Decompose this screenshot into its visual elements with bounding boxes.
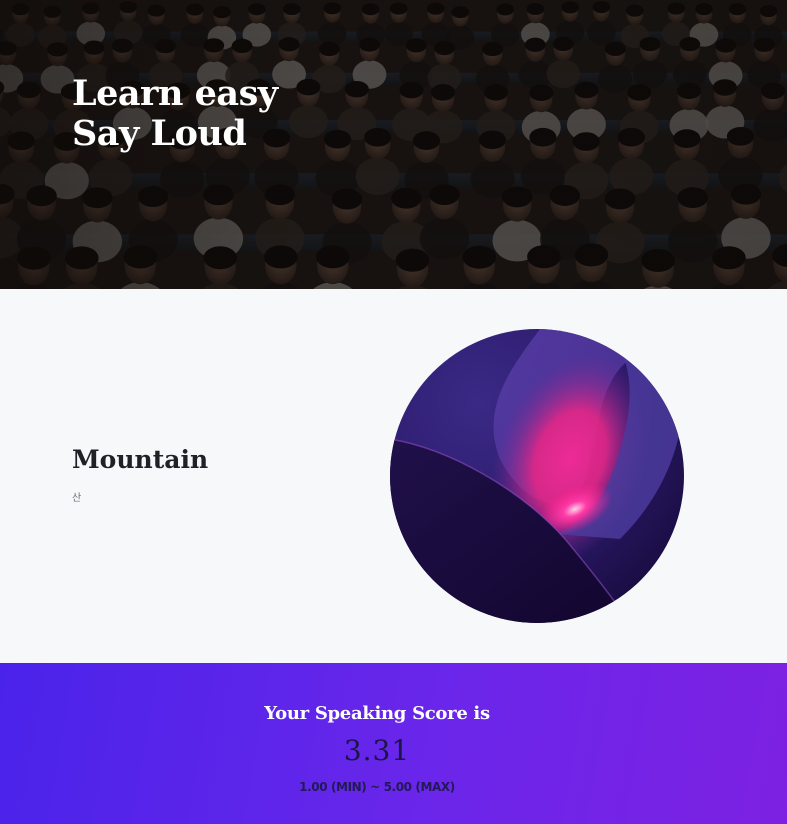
score-value: 3.31 (343, 734, 411, 767)
score-panel: Your Speaking Score is 3.31 1.00 (MIN) ~… (0, 663, 787, 824)
hero-title-line2: Say Loud (72, 113, 247, 154)
word-title: Mountain (72, 445, 209, 474)
score-heading: Your Speaking Score is (264, 703, 490, 724)
abstract-orb-image (390, 329, 684, 623)
score-range: 1.00 (MIN) ~ 5.00 (MAX) (299, 780, 455, 794)
word-meaning: 산 (72, 493, 82, 504)
abstract-gradient-orb (390, 329, 684, 623)
hero-title-line1: Learn easy (72, 73, 278, 114)
hero-title: Learn easy Say Loud (72, 74, 278, 154)
hero-banner: Learn easy Say Loud (0, 0, 787, 289)
